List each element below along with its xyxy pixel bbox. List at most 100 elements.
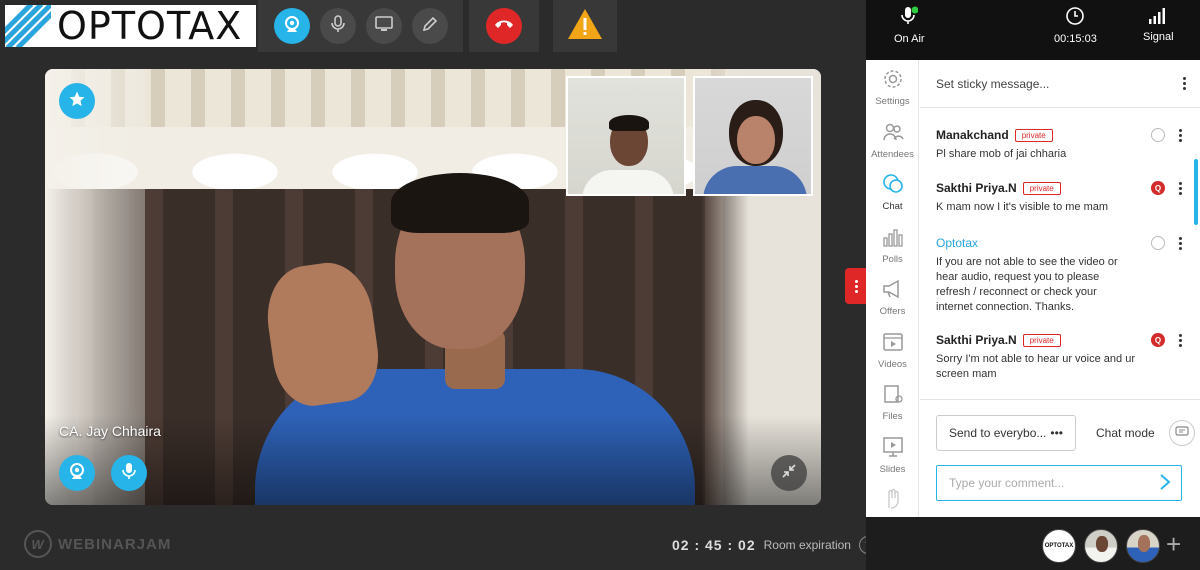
hand-icon	[882, 488, 904, 513]
on-air-mic-icon	[900, 6, 919, 29]
platform-logo: W WEBINARJAM	[24, 530, 171, 558]
avatar-presenter-2[interactable]	[1084, 529, 1118, 563]
nav-polls[interactable]: Polls	[866, 226, 919, 265]
hangup-button[interactable]	[486, 8, 522, 44]
screen-share-button[interactable]	[365, 8, 402, 44]
nav-chat[interactable]: Chat	[866, 173, 919, 212]
nav-hand-raise[interactable]	[866, 488, 919, 513]
webcam-button[interactable]	[273, 8, 310, 44]
platform-name: WEBINARJAM	[58, 535, 172, 553]
brand-logo: OPTOTAX	[5, 5, 256, 47]
microphone-icon	[121, 462, 137, 485]
private-tag: private	[1022, 333, 1061, 347]
chat-message: Sakthi Priya.N private Sorry I'm not abl…	[936, 333, 1186, 382]
send-arrow-icon[interactable]	[1159, 473, 1171, 494]
room-expiration: 02 : 45 : 02 Room expiration ?	[672, 536, 877, 554]
private-tag: private	[1014, 128, 1053, 142]
more-options-icon: •••	[1050, 426, 1063, 440]
speaker-webcam-button[interactable]	[59, 455, 95, 491]
message-author: Optotax	[936, 236, 979, 250]
expiration-timer: 02 : 45 : 02	[672, 537, 756, 553]
chat-mode: Chat mode	[1096, 415, 1195, 451]
webcam-icon	[282, 14, 302, 39]
send-to-dropdown[interactable]: Send to everybo... •••	[936, 415, 1076, 451]
webinarjam-logo-icon: W	[24, 530, 52, 558]
avatar-presenter-3[interactable]	[1126, 529, 1160, 563]
draw-button[interactable]	[411, 8, 448, 44]
chat-composer: Send to everybo... ••• Chat mode Type yo…	[920, 399, 1200, 517]
clock-icon	[1065, 6, 1085, 29]
elapsed-time: 00:15:03	[1054, 6, 1097, 45]
chat-panel: Set sticky message... Manakchand private…	[920, 60, 1200, 517]
status-bar: On Air 00:15:03 Signal	[866, 0, 1200, 60]
minimize-video-button[interactable]	[771, 455, 807, 491]
participant-video-1[interactable]	[566, 76, 686, 196]
screen-share-icon	[374, 15, 393, 37]
private-tag: private	[1022, 181, 1061, 195]
speaker-mic-button[interactable]	[111, 455, 147, 491]
shrink-arrows-icon	[781, 463, 797, 484]
message-text: Sorry I'm not able to hear ur voice and …	[936, 353, 1135, 380]
chat-message: Sakthi Priya.N private K mam now I it's …	[936, 181, 1186, 215]
participant-video-2[interactable]	[693, 76, 813, 196]
sticky-menu-icon[interactable]	[1183, 77, 1186, 90]
signal-status: Signal	[1143, 6, 1174, 43]
hangup-group	[469, 0, 539, 52]
message-text: Pl share mob of jai chharia	[936, 148, 1067, 160]
message-text: K mam now I it's visible to me mam	[936, 201, 1109, 213]
question-badge[interactable]: Q	[1151, 181, 1165, 195]
hangup-icon	[494, 17, 514, 35]
message-menu-icon[interactable]	[1179, 128, 1182, 142]
polls-icon	[882, 226, 904, 251]
mark-answered-toggle[interactable]	[1151, 128, 1165, 142]
media-toolbar	[258, 0, 463, 52]
gear-icon	[882, 68, 904, 93]
slides-icon	[882, 436, 904, 461]
on-air-status: On Air	[894, 6, 925, 45]
question-badge[interactable]: Q	[1151, 333, 1165, 347]
message-author: Manakchand	[936, 128, 1009, 142]
nav-files[interactable]: Files	[866, 383, 919, 422]
warning-group	[553, 0, 617, 52]
chat-icon	[882, 173, 904, 198]
panel-nav: Settings Attendees Chat Polls Offers Vid…	[866, 60, 919, 517]
message-menu-icon[interactable]	[1179, 236, 1182, 250]
logo-text: OPTOTAX	[57, 4, 243, 48]
chat-messages: Manakchand private Pl share mob of jai c…	[920, 109, 1200, 399]
nav-attendees[interactable]: Attendees	[866, 121, 919, 160]
warning-icon[interactable]	[567, 8, 603, 45]
microphone-icon	[330, 14, 346, 38]
nav-videos[interactable]: Videos	[866, 331, 919, 370]
panel-toggle-tab[interactable]	[845, 268, 867, 304]
chat-mode-button[interactable]	[1168, 420, 1195, 446]
presenter-bar: OPTOTAX +	[866, 517, 1200, 570]
nav-slides[interactable]: Slides	[866, 436, 919, 475]
attendees-icon	[882, 121, 904, 146]
sticky-message-input[interactable]: Set sticky message...	[936, 77, 1049, 91]
message-author: Sakthi Priya.N	[936, 333, 1017, 347]
chat-bubble-icon	[1175, 425, 1189, 441]
message-text: If you are not able to see the video or …	[936, 256, 1118, 313]
message-menu-icon[interactable]	[1179, 333, 1182, 347]
webcam-icon	[67, 461, 87, 486]
chat-scrollbar[interactable]	[1194, 159, 1198, 225]
side-panel: Settings Attendees Chat Polls Offers Vid…	[866, 60, 1200, 517]
avatar-optotax[interactable]: OPTOTAX	[1042, 529, 1076, 563]
message-menu-icon[interactable]	[1179, 181, 1182, 195]
comment-input[interactable]: Type your comment...	[936, 465, 1182, 501]
favorite-button[interactable]	[59, 83, 95, 119]
files-icon	[882, 383, 904, 408]
chat-message: Manakchand private Pl share mob of jai c…	[936, 128, 1186, 162]
add-presenter-button[interactable]: +	[1166, 527, 1181, 561]
video-icon	[882, 331, 904, 356]
pencil-icon	[422, 16, 438, 37]
megaphone-icon	[882, 278, 904, 303]
mark-answered-toggle[interactable]	[1151, 236, 1165, 250]
nav-settings[interactable]: Settings	[866, 68, 919, 107]
nav-offers[interactable]: Offers	[866, 278, 919, 317]
more-vertical-icon	[854, 279, 858, 293]
expiration-label: Room expiration	[763, 538, 851, 552]
logo-stripes-icon	[5, 5, 51, 47]
microphone-button[interactable]	[319, 8, 356, 44]
sticky-message-bar[interactable]: Set sticky message...	[920, 60, 1200, 108]
